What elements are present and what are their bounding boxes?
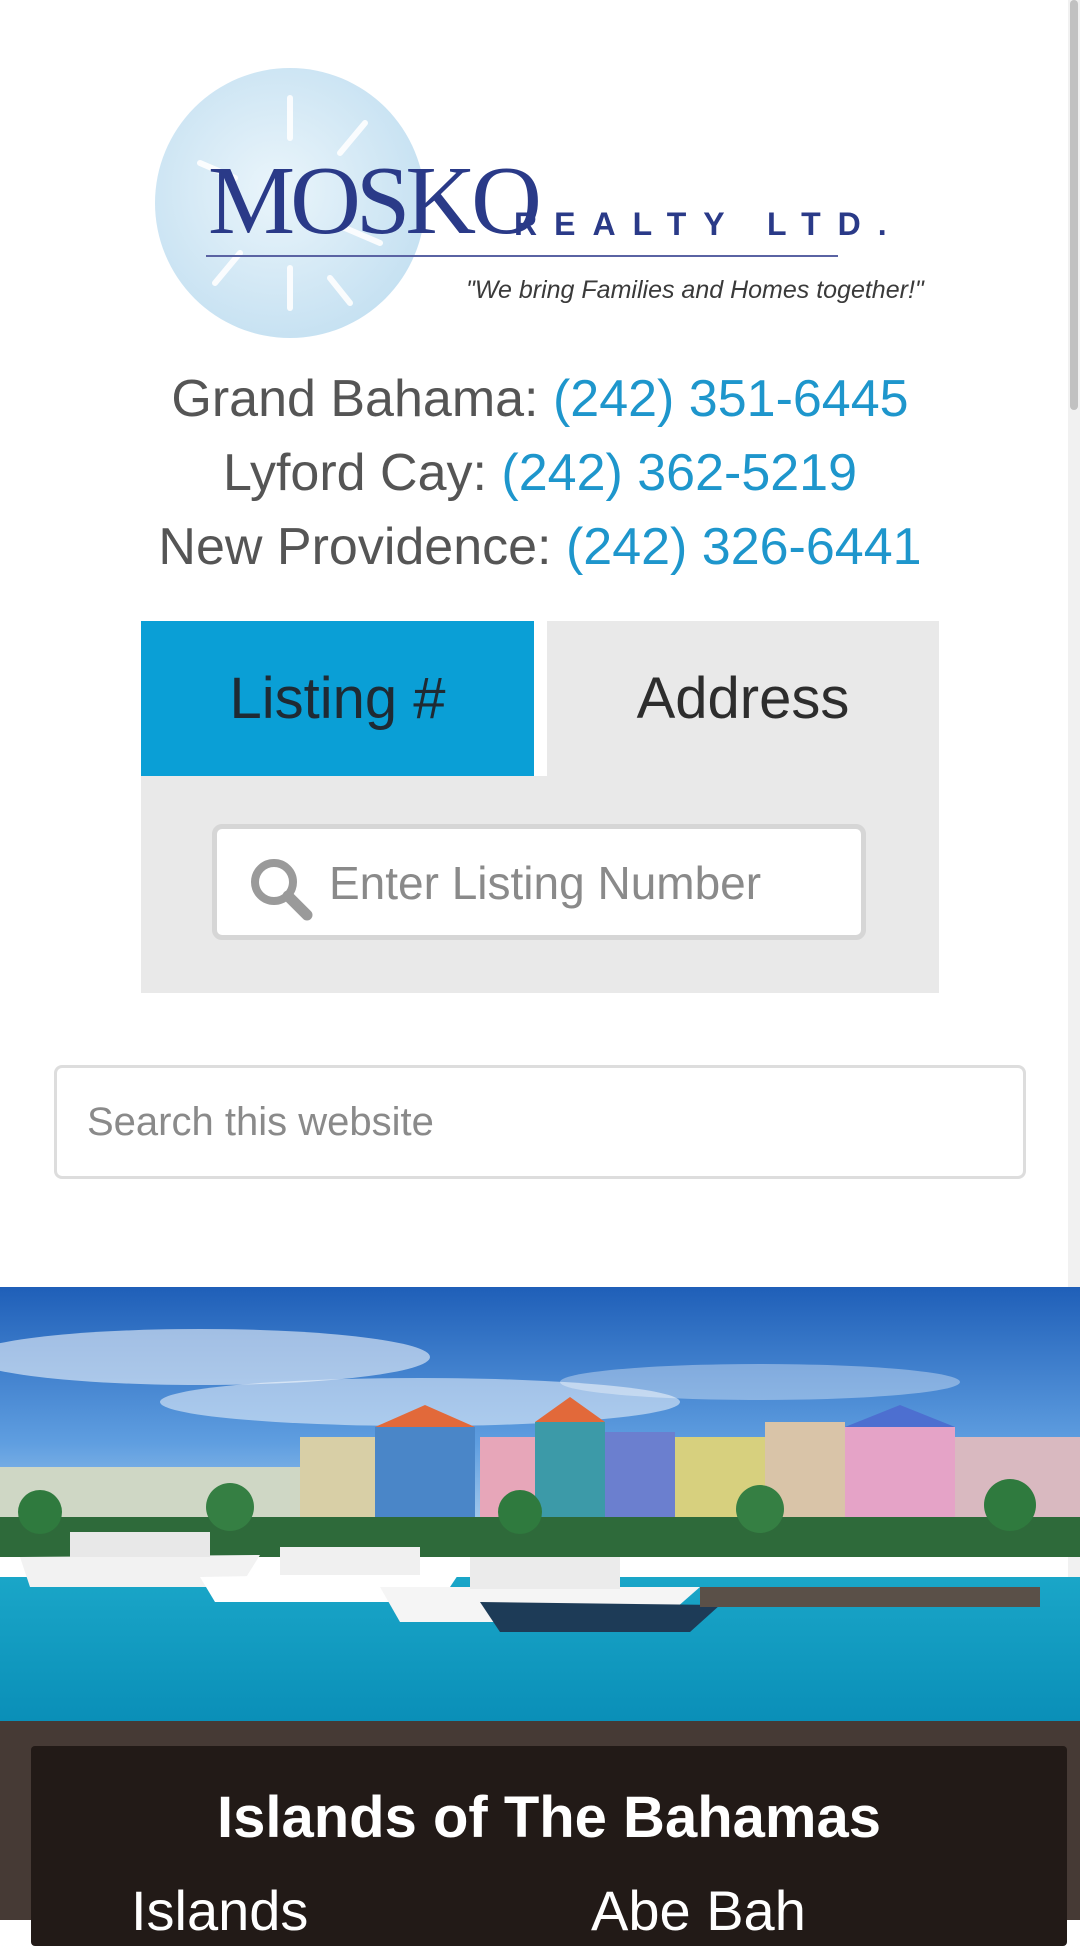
- contact-label: New Providence:: [158, 518, 552, 576]
- logo-subtitle: REALTY LTD.: [514, 206, 904, 242]
- islands-card: Islands of The Bahamas Islands Abe Bah: [31, 1746, 1067, 1946]
- contact-line-grand-bahama: Grand Bahama: (242) 351-6445: [0, 362, 1080, 436]
- listing-search-widget: Listing # Address: [141, 621, 939, 993]
- listing-number-input[interactable]: [329, 847, 849, 919]
- tab-address[interactable]: Address: [547, 621, 939, 776]
- islands-heading: Islands of The Bahamas: [217, 1785, 881, 1850]
- contact-line-lyford-cay: Lyford Cay: (242) 362-5219: [0, 436, 1080, 510]
- phone-link-grand-bahama[interactable]: (242) 351-6445: [553, 370, 909, 428]
- logo-divider: [206, 255, 838, 257]
- island-link[interactable]: Abe Bah: [591, 1878, 806, 1943]
- hero-image-marina: [0, 1287, 1080, 1721]
- search-icon: [251, 859, 313, 921]
- logo-brand: MOSKO: [208, 147, 542, 255]
- tab-listing-number[interactable]: Listing #: [141, 621, 534, 776]
- phone-link-lyford-cay[interactable]: (242) 362-5219: [501, 444, 857, 502]
- islands-section: Islands of The Bahamas Islands Abe Bah: [0, 1721, 1080, 1946]
- site-logo[interactable]: MOSKO REALTY LTD. "We bring Families and…: [150, 60, 930, 350]
- phone-link-new-providence[interactable]: (242) 326-6441: [566, 518, 922, 576]
- contact-line-new-providence: New Providence: (242) 326-6441: [0, 510, 1080, 584]
- tab-divider: [534, 621, 547, 776]
- contact-label: Grand Bahama:: [171, 370, 539, 428]
- listing-number-field[interactable]: [212, 824, 866, 940]
- scrollbar-thumb[interactable]: [1070, 0, 1078, 410]
- marina-photo: [0, 1287, 1080, 1721]
- contact-label: Lyford Cay:: [222, 444, 487, 502]
- island-link[interactable]: Islands: [131, 1878, 308, 1943]
- contact-phones: Grand Bahama: (242) 351-6445 Lyford Cay:…: [0, 362, 1080, 584]
- site-search-input[interactable]: [54, 1065, 1026, 1179]
- logo-tagline: "We bring Families and Homes together!": [466, 276, 924, 304]
